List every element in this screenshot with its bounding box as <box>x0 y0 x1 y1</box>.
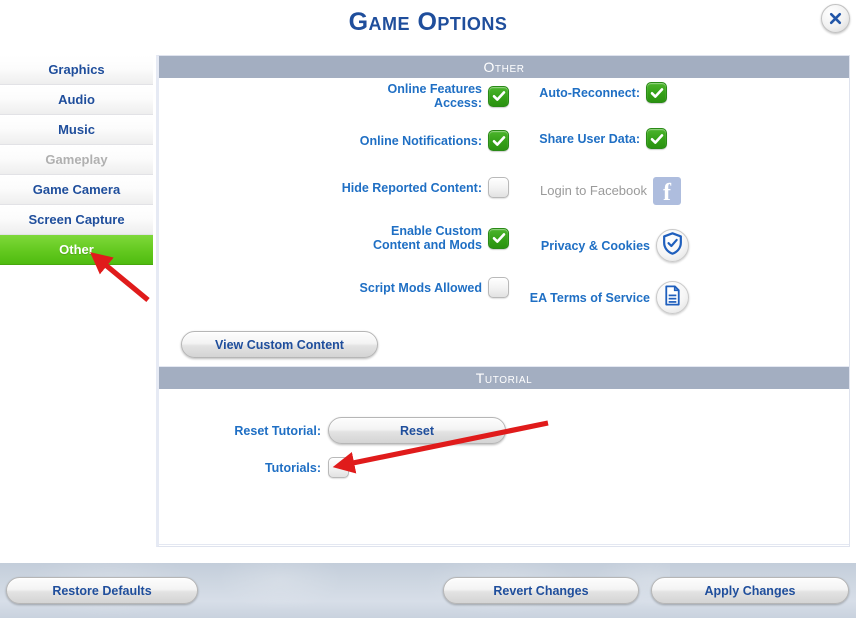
section-tutorial: Tutorial Reset Tutorial: Reset Tutorials… <box>159 367 849 545</box>
footer-bar: Restore Defaults Revert Changes Apply Ch… <box>0 561 856 618</box>
section-other: Other Online Features Access: Online Not… <box>159 56 849 367</box>
option-row-reset-tutorial: Reset Tutorial: Reset <box>231 417 849 444</box>
shield-check-icon <box>660 231 685 261</box>
option-label: Enable Custom Content and Mods <box>372 224 482 252</box>
arrow-to-other-tab <box>89 252 150 303</box>
button-label: Revert Changes <box>493 583 589 598</box>
options-panel: Other Online Features Access: Online Not… <box>156 55 850 547</box>
sidebar-item-label: Other <box>59 242 94 257</box>
privacy-cookies-button[interactable] <box>656 229 689 262</box>
option-label: EA Terms of Service <box>529 290 650 305</box>
option-label: Hide Reported Content: <box>341 180 482 195</box>
revert-changes-button[interactable]: Revert Changes <box>443 577 639 604</box>
sidebar-item-label: Music <box>58 122 95 137</box>
option-row-tutorials: Tutorials: <box>231 457 849 478</box>
sidebar-item-label: Game Camera <box>32 182 121 197</box>
sidebar-item-audio[interactable]: Audio <box>0 85 153 115</box>
button-label: Restore Defaults <box>52 583 152 598</box>
restore-defaults-button[interactable]: Restore Defaults <box>6 577 198 604</box>
facebook-glyph: f <box>663 180 671 206</box>
option-row-hide-reported-content: Hide Reported Content: <box>159 177 509 198</box>
sidebar-item-music[interactable]: Music <box>0 115 153 145</box>
checkbox-auto-reconnect[interactable] <box>646 82 667 103</box>
option-label: Online Notifications: <box>359 133 482 148</box>
sidebar-item-graphics[interactable]: Graphics <box>0 55 153 85</box>
reset-tutorial-button[interactable]: Reset <box>328 417 506 444</box>
option-label: Tutorials: <box>264 460 321 475</box>
sidebar-item-label: Graphics <box>48 62 105 77</box>
option-label: Auto-Reconnect: <box>539 85 640 100</box>
option-label: Login to Facebook <box>540 183 647 198</box>
check-icon <box>650 133 663 144</box>
checkbox-script-mods-allowed[interactable] <box>488 277 509 298</box>
option-label: Share User Data: <box>539 131 640 146</box>
check-icon <box>492 233 505 243</box>
checkbox-online-features-access[interactable] <box>488 85 509 107</box>
facebook-icon[interactable]: f <box>653 177 681 205</box>
sidebar-item-other[interactable]: Other <box>0 235 153 265</box>
option-row-online-notifications: Online Notifications: <box>159 130 509 151</box>
check-icon <box>492 135 505 146</box>
sidebar-item-label: Audio <box>58 92 95 107</box>
checkbox-share-user-data[interactable] <box>646 128 667 149</box>
option-row-share-user-data: Share User Data: <box>509 128 853 149</box>
option-row-privacy-and-cookies: Privacy & Cookies <box>509 229 853 262</box>
option-label: Script Mods Allowed <box>359 280 482 295</box>
section-header-other: Other <box>159 56 849 78</box>
sidebar-item-game-camera[interactable]: Game Camera <box>0 175 153 205</box>
title-bar: Game Options <box>0 0 856 45</box>
check-icon <box>650 87 663 98</box>
document-icon <box>661 284 684 312</box>
sidebar-tabs: Graphics Audio Music Gameplay Game Camer… <box>0 55 153 265</box>
sidebar-item-gameplay: Gameplay <box>0 145 153 175</box>
checkbox-enable-custom-content-and-mods[interactable] <box>488 227 509 249</box>
check-icon <box>492 91 505 101</box>
option-row-ea-terms-of-service: EA Terms of Service <box>509 281 853 314</box>
button-label: Apply Changes <box>704 583 796 598</box>
option-row-script-mods-allowed: Script Mods Allowed <box>159 277 509 298</box>
section-header-tutorial: Tutorial <box>159 367 849 389</box>
close-icon <box>828 11 843 26</box>
button-label: Reset <box>399 423 435 438</box>
close-button[interactable] <box>821 4 850 33</box>
sidebar-item-label: Gameplay <box>45 152 108 167</box>
checkbox-tutorials[interactable] <box>328 457 349 478</box>
apply-changes-button[interactable]: Apply Changes <box>651 577 849 604</box>
option-row-login-to-facebook: Login to Facebook f <box>509 177 853 205</box>
other-right-column: Auto-Reconnect: Share User Data: Login t… <box>509 78 853 314</box>
other-left-column: Online Features Access: Online Notificat… <box>159 78 509 298</box>
button-label: View Custom Content <box>215 337 344 352</box>
checkbox-online-notifications[interactable] <box>488 130 509 151</box>
checkbox-hide-reported-content[interactable] <box>488 177 509 198</box>
ea-terms-of-service-button[interactable] <box>656 281 689 314</box>
sidebar-item-label: Screen Capture <box>28 212 125 227</box>
option-label: Reset Tutorial: <box>234 423 321 438</box>
page-title: Game Options <box>348 8 508 36</box>
option-label: Privacy & Cookies <box>540 238 650 253</box>
sidebar-item-screen-capture[interactable]: Screen Capture <box>0 205 153 235</box>
view-custom-content-button[interactable]: View Custom Content <box>181 331 378 358</box>
option-row-auto-reconnect: Auto-Reconnect: <box>509 82 853 103</box>
option-row-enable-custom-content-and-mods: Enable Custom Content and Mods <box>159 224 509 252</box>
option-row-online-features-access: Online Features Access: <box>159 82 509 110</box>
option-label: Online Features Access: <box>387 82 482 110</box>
